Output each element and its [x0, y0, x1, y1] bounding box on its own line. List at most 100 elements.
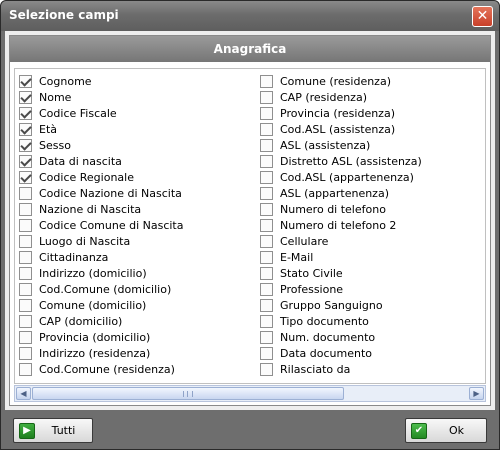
field-checkbox-row[interactable]: Comune (residenza) — [260, 73, 484, 89]
field-checkbox-row[interactable]: Data di nascita — [19, 153, 255, 169]
field-checkbox-row[interactable]: Indirizzo (residenza) — [19, 345, 255, 361]
checkbox-unchecked-icon[interactable] — [19, 218, 32, 232]
scrollbar-thumb[interactable] — [32, 387, 344, 400]
field-checkbox-row[interactable]: CAP (domicilio) — [19, 313, 255, 329]
checkbox-unchecked-icon[interactable] — [260, 218, 273, 232]
checkbox-checked-icon[interactable] — [19, 90, 32, 104]
scroll-left-arrow-icon[interactable]: ◀ — [16, 387, 31, 400]
scrollbar-grip-icon — [183, 391, 193, 397]
checkbox-unchecked-icon[interactable] — [19, 330, 32, 344]
field-list: Cognome Nome Codice Fiscale Età Sesso Data di… — [14, 68, 486, 384]
checkbox-unchecked-icon[interactable] — [19, 202, 32, 216]
field-checkbox-row[interactable]: Numero di telefono — [260, 201, 484, 217]
field-checkbox-label: Cod.ASL (appartenenza) — [280, 170, 414, 184]
checkbox-unchecked-icon[interactable] — [260, 266, 273, 280]
checkbox-checked-icon[interactable] — [19, 122, 32, 136]
checkbox-unchecked-icon[interactable] — [260, 346, 273, 360]
field-checkbox-row[interactable]: Numero di telefono 2 — [260, 217, 484, 233]
field-checkbox-row[interactable]: Cod.Comune (residenza) — [19, 361, 255, 377]
field-checkbox-row[interactable]: Cognome — [19, 73, 255, 89]
field-checkbox-row[interactable]: Codice Fiscale — [19, 105, 255, 121]
field-checkbox-row[interactable]: CAP (residenza) — [260, 89, 484, 105]
field-checkbox-row[interactable]: Gruppo Sanguigno — [260, 297, 484, 313]
field-checkbox-label: Codice Fiscale — [39, 106, 117, 120]
field-checkbox-row[interactable]: Data documento — [260, 345, 484, 361]
checkbox-unchecked-icon[interactable] — [260, 90, 273, 104]
field-checkbox-row[interactable]: Codice Regionale — [19, 169, 255, 185]
checkbox-unchecked-icon[interactable] — [260, 186, 273, 200]
field-checkbox-row[interactable]: Provincia (domicilio) — [19, 329, 255, 345]
field-checkbox-row[interactable]: Rilasciato da — [260, 361, 484, 377]
field-checkbox-row[interactable]: Età — [19, 121, 255, 137]
field-checkbox-row[interactable]: Tipo documento — [260, 313, 484, 329]
ok-label: Ok — [448, 424, 465, 437]
field-checkbox-label: Provincia (domicilio) — [39, 330, 151, 344]
field-checkbox-row[interactable]: Nome — [19, 89, 255, 105]
field-checkbox-row[interactable]: Cod.ASL (appartenenza) — [260, 169, 484, 185]
field-checkbox-label: ASL (assistenza) — [280, 138, 371, 152]
field-checkbox-row[interactable]: Luogo di Nascita — [19, 233, 255, 249]
select-all-button[interactable]: ▶ Tutti — [13, 418, 93, 443]
checkbox-checked-icon[interactable] — [19, 74, 32, 88]
field-checkbox-label: Data documento — [280, 346, 372, 360]
checkbox-unchecked-icon[interactable] — [260, 122, 273, 136]
checkbox-checked-icon[interactable] — [19, 154, 32, 168]
field-checkbox-row[interactable]: Num. documento — [260, 329, 484, 345]
checkbox-unchecked-icon[interactable] — [19, 282, 32, 296]
checkbox-unchecked-icon[interactable] — [19, 266, 32, 280]
field-checkbox-row[interactable]: Indirizzo (domicilio) — [19, 265, 255, 281]
checkbox-unchecked-icon[interactable] — [19, 250, 32, 264]
checkbox-unchecked-icon[interactable] — [19, 314, 32, 328]
field-checkbox-row[interactable]: Codice Nazione di Nascita — [19, 185, 255, 201]
select-all-icon: ▶ — [19, 422, 35, 439]
checkbox-unchecked-icon[interactable] — [260, 138, 273, 152]
field-checkbox-label: Cellulare — [280, 234, 329, 248]
checkbox-checked-icon[interactable] — [19, 170, 32, 184]
checkbox-unchecked-icon[interactable] — [19, 362, 32, 376]
field-checkbox-label: Cod.Comune (residenza) — [39, 362, 175, 376]
field-checkbox-label: Nome — [39, 90, 72, 104]
checkbox-unchecked-icon[interactable] — [19, 346, 32, 360]
field-checkbox-row[interactable]: Stato Civile — [260, 265, 484, 281]
checkbox-checked-icon[interactable] — [19, 138, 32, 152]
checkbox-unchecked-icon[interactable] — [260, 282, 273, 296]
checkbox-unchecked-icon[interactable] — [260, 170, 273, 184]
field-checkbox-row[interactable]: Codice Comune di Nascita — [19, 217, 255, 233]
dialog-body: Anagrafica Cognome Nome Codice Fiscale Età S… — [5, 31, 495, 410]
ok-button[interactable]: ✔ Ok — [405, 418, 487, 443]
field-checkbox-row[interactable]: Sesso — [19, 137, 255, 153]
checkbox-unchecked-icon[interactable] — [260, 202, 273, 216]
checkbox-checked-icon[interactable] — [19, 106, 32, 120]
horizontal-scrollbar[interactable]: ◀ ▶ — [14, 385, 486, 402]
checkbox-unchecked-icon[interactable] — [260, 250, 273, 264]
checkbox-unchecked-icon[interactable] — [260, 314, 273, 328]
field-checkbox-row[interactable]: Distretto ASL (assistenza) — [260, 153, 484, 169]
field-checkbox-row[interactable]: Cittadinanza — [19, 249, 255, 265]
checkbox-unchecked-icon[interactable] — [260, 74, 273, 88]
close-button[interactable]: ✕ — [472, 6, 493, 27]
checkbox-unchecked-icon[interactable] — [260, 234, 273, 248]
checkbox-unchecked-icon[interactable] — [260, 106, 273, 120]
field-checkbox-row[interactable]: ASL (assistenza) — [260, 137, 484, 153]
field-checkbox-label: Distretto ASL (assistenza) — [280, 154, 422, 168]
field-checkbox-row[interactable]: Provincia (residenza) — [260, 105, 484, 121]
checkbox-unchecked-icon[interactable] — [19, 234, 32, 248]
field-checkbox-row[interactable]: Cod.ASL (assistenza) — [260, 121, 484, 137]
field-checkbox-label: Tipo documento — [280, 314, 369, 328]
title-bar[interactable]: Selezione campi ✕ — [1, 1, 499, 31]
checkbox-unchecked-icon[interactable] — [260, 362, 273, 376]
checkbox-unchecked-icon[interactable] — [19, 186, 32, 200]
field-checkbox-label: Comune (domicilio) — [39, 298, 147, 312]
field-checkbox-row[interactable]: E-Mail — [260, 249, 484, 265]
field-checkbox-row[interactable]: Comune (domicilio) — [19, 297, 255, 313]
field-checkbox-row[interactable]: Professione — [260, 281, 484, 297]
field-checkbox-row[interactable]: Cod.Comune (domicilio) — [19, 281, 255, 297]
field-checkbox-row[interactable]: Nazione di Nascita — [19, 201, 255, 217]
checkbox-unchecked-icon[interactable] — [260, 298, 273, 312]
checkbox-unchecked-icon[interactable] — [260, 154, 273, 168]
checkbox-unchecked-icon[interactable] — [260, 330, 273, 344]
field-checkbox-row[interactable]: Cellulare — [260, 233, 484, 249]
field-checkbox-row[interactable]: ASL (appartenenza) — [260, 185, 484, 201]
scroll-right-arrow-icon[interactable]: ▶ — [469, 387, 484, 400]
checkbox-unchecked-icon[interactable] — [19, 298, 32, 312]
